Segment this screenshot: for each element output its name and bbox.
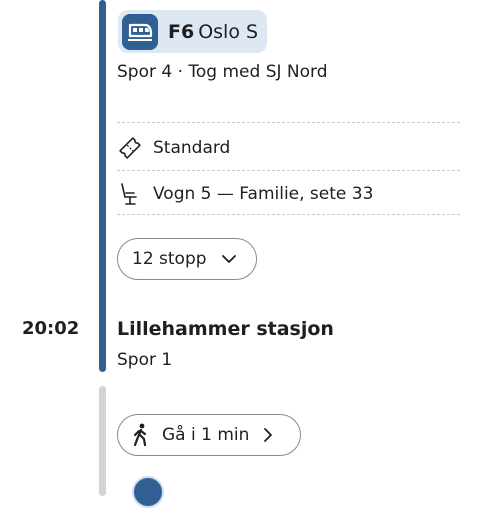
walk-transfer-button[interactable]: Gå i 1 min — [117, 414, 301, 456]
arrival-time: 20:02 — [22, 318, 80, 339]
line-badge: F6 Oslo S — [118, 10, 267, 53]
chevron-right-icon — [263, 427, 273, 443]
stops-toggle-button[interactable]: 12 stopp — [117, 238, 257, 280]
seat-icon — [117, 180, 145, 208]
ticket-icon — [117, 134, 145, 162]
departure-platform-info: Spor 4 · Tog med SJ Nord — [117, 62, 328, 82]
ticket-class-row: Standard — [117, 134, 230, 162]
divider — [117, 122, 460, 123]
line-destination: Oslo S — [198, 20, 259, 43]
arrival-station: Lillehammer stasjon — [117, 318, 334, 340]
next-leg-icon — [132, 476, 164, 508]
stops-label: 12 stopp — [132, 249, 207, 269]
divider — [117, 214, 460, 215]
train-icon — [122, 13, 158, 50]
arrival-platform: Spor 1 — [117, 350, 173, 370]
chevron-down-icon — [221, 254, 237, 264]
seat-row: Vogn 5 — Familie, sete 33 — [117, 180, 373, 208]
walk-label: Gå i 1 min — [162, 425, 250, 445]
line-code: F6 — [168, 20, 195, 43]
ticket-class-label: Standard — [153, 138, 231, 158]
timeline-rail-train — [99, 0, 106, 372]
divider — [117, 170, 460, 171]
seat-label: Vogn 5 — Familie, sete 33 — [153, 184, 374, 204]
walking-person-icon — [132, 423, 150, 447]
